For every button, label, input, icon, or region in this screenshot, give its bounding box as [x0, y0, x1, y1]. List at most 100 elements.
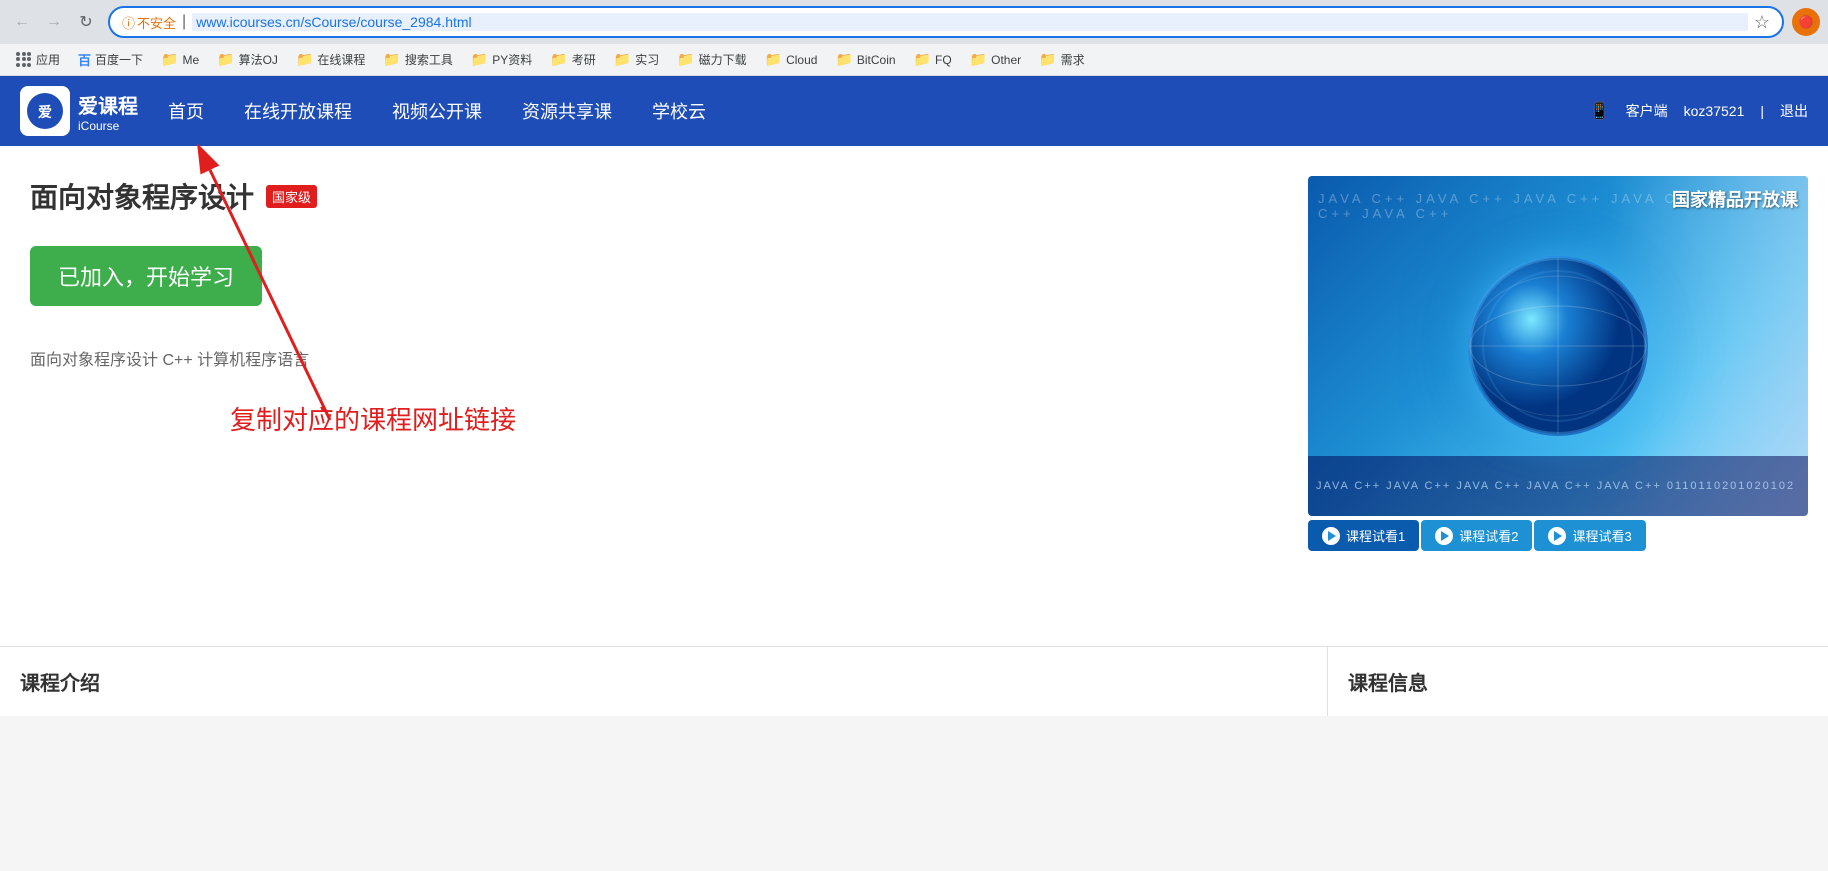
- nav-video-course[interactable]: 视频公开课: [392, 94, 482, 128]
- logo-text: 爱课程 iCourse: [78, 90, 138, 133]
- globe-visual: [1468, 256, 1648, 436]
- logo-en: iCourse: [78, 119, 138, 133]
- preview-tab-3[interactable]: 课程试看3: [1534, 520, 1645, 551]
- play-icon: [1435, 527, 1453, 545]
- other-label: Other: [991, 53, 1021, 67]
- bookmark-search-tool[interactable]: 📁 搜索工具: [375, 49, 460, 70]
- internship-label: 实习: [635, 51, 659, 68]
- url-text[interactable]: www.icourses.cn/sCourse/course_2984.html: [192, 13, 1748, 31]
- folder-icon: 📁: [161, 51, 178, 68]
- browser-window: ← → ↻ ⓘ 不安全 | www.icourses.cn/sCourse/co…: [0, 0, 1828, 716]
- folder-icon: 📁: [296, 51, 313, 68]
- play-icon: [1548, 527, 1566, 545]
- website-content: 爱 爱课程 iCourse 首页 在线开放课程 视频公开课 资源共享课 学校云 …: [0, 76, 1828, 716]
- py-label: PY资料: [492, 51, 532, 68]
- forward-button[interactable]: →: [40, 8, 68, 36]
- annotation-area: 复制对应的课程网址链接: [30, 400, 1288, 520]
- folder-icon: 📁: [1039, 51, 1056, 68]
- folder-icon: 📁: [217, 51, 234, 68]
- me-label: Me: [182, 53, 199, 67]
- course-image-overlay: 国家精品开放课: [1672, 186, 1798, 212]
- course-title: 面向对象程序设计: [30, 176, 254, 216]
- logo-cn: 爱课程: [78, 90, 138, 119]
- baidu-icon: 百: [78, 50, 91, 69]
- bookmark-star-icon[interactable]: ☆: [1754, 12, 1770, 33]
- bookmark-magnet[interactable]: 📁 磁力下载: [669, 49, 754, 70]
- browser-right-icons: 🔴: [1792, 8, 1820, 36]
- bookmark-exam[interactable]: 📁 考研: [542, 49, 603, 70]
- reload-button[interactable]: ↻: [72, 8, 100, 36]
- preview-tab-1-label: 课程试看1: [1346, 526, 1405, 545]
- course-info-section: 课程信息: [1328, 647, 1828, 716]
- preview-tab-1[interactable]: 课程试看1: [1308, 520, 1419, 551]
- folder-icon: 📁: [550, 51, 567, 68]
- preview-tab-2-label: 课程试看2: [1459, 526, 1518, 545]
- nav-resource-course[interactable]: 资源共享课: [522, 94, 612, 128]
- nav-open-course[interactable]: 在线开放课程: [244, 94, 352, 128]
- bookmark-other[interactable]: 📁 Other: [962, 49, 1029, 70]
- nav-mobile-label[interactable]: 客户端: [1626, 101, 1668, 121]
- nav-user[interactable]: koz37521: [1684, 103, 1745, 119]
- nav-home[interactable]: 首页: [168, 94, 204, 128]
- security-label: 不安全: [137, 13, 176, 32]
- nav-school-cloud[interactable]: 学校云: [652, 94, 706, 128]
- info-icon: ⓘ: [122, 13, 135, 32]
- logo-area: 爱 爱课程 iCourse: [20, 86, 138, 136]
- logo-icon: 爱: [20, 86, 70, 136]
- folder-icon: 📁: [471, 51, 488, 68]
- start-learning-button[interactable]: 已加入，开始学习: [30, 246, 262, 306]
- cloud-label: Cloud: [786, 53, 817, 67]
- folder-icon: 📁: [383, 51, 400, 68]
- bookmark-online-course[interactable]: 📁 在线课程: [288, 49, 373, 70]
- bookmark-bitcoin[interactable]: 📁 BitCoin: [827, 49, 903, 70]
- preview-tab-2[interactable]: 课程试看2: [1421, 520, 1532, 551]
- nav-links: 首页 在线开放课程 视频公开课 资源共享课 学校云: [168, 94, 1590, 128]
- user-avatar[interactable]: 🔴: [1792, 8, 1820, 36]
- bookmark-cloud[interactable]: 📁 Cloud: [757, 49, 826, 70]
- nav-logout[interactable]: 退出: [1780, 101, 1808, 121]
- apps-grid-icon: [16, 52, 32, 68]
- bookmark-py[interactable]: 📁 PY资料: [463, 49, 540, 70]
- course-intro-section: 课程介绍: [0, 647, 1328, 716]
- security-indicator: ⓘ 不安全: [122, 13, 176, 32]
- folder-icon: 📁: [765, 51, 782, 68]
- course-image: JAVA C++ JAVA C++ JAVA C++ JAVA C++ JAVA…: [1308, 176, 1808, 516]
- info-title: 课程信息: [1348, 673, 1428, 695]
- course-title-row: 面向对象程序设计 国家级: [30, 176, 1288, 216]
- bookmark-apps[interactable]: 应用: [8, 49, 68, 70]
- demand-label: 需求: [1061, 51, 1085, 68]
- algo-label: 算法OJ: [239, 51, 278, 68]
- course-right: JAVA C++ JAVA C++ JAVA C++ JAVA C++ JAVA…: [1308, 176, 1808, 626]
- bookmark-baidu[interactable]: 百 百度一下: [70, 48, 151, 71]
- bookmark-algo[interactable]: 📁 算法OJ: [209, 49, 286, 70]
- nav-right: 📱 客户端 koz37521 | 退出: [1590, 101, 1808, 121]
- annotation-text: 复制对应的课程网址链接: [230, 405, 516, 435]
- folder-icon: 📁: [970, 51, 987, 68]
- browser-toolbar: ← → ↻ ⓘ 不安全 | www.icourses.cn/sCourse/co…: [0, 0, 1828, 44]
- site-nav: 爱 爱课程 iCourse 首页 在线开放课程 视频公开课 资源共享课 学校云 …: [0, 76, 1828, 146]
- search-tool-label: 搜索工具: [405, 51, 453, 68]
- address-bar[interactable]: ⓘ 不安全 | www.icourses.cn/sCourse/course_2…: [108, 6, 1784, 38]
- main-content: 面向对象程序设计 国家级 已加入，开始学习 面向对象程序设计 C++ 计算机程序…: [0, 146, 1828, 646]
- play-icon: [1322, 527, 1340, 545]
- apps-label: 应用: [36, 51, 60, 68]
- code-bg-text: JAVA C++ JAVA C++ JAVA C++ JAVA C++ JAVA…: [1308, 456, 1808, 516]
- preview-tab-3-label: 课程试看3: [1572, 526, 1631, 545]
- course-left: 面向对象程序设计 国家级 已加入，开始学习 面向对象程序设计 C++ 计算机程序…: [20, 176, 1288, 626]
- intro-title: 课程介绍: [20, 673, 100, 695]
- back-button[interactable]: ←: [8, 8, 36, 36]
- course-badge: 国家级: [266, 185, 317, 208]
- folder-icon: 📁: [914, 51, 931, 68]
- bottom-sections: 课程介绍 课程信息: [0, 646, 1828, 716]
- bookmark-internship[interactable]: 📁 实习: [606, 49, 667, 70]
- online-course-label: 在线课程: [317, 51, 365, 68]
- bookmarks-bar: 应用 百 百度一下 📁 Me 📁 算法OJ 📁 在线课程 📁 搜索工具 📁 PY…: [0, 44, 1828, 76]
- svg-text:爱: 爱: [38, 104, 52, 120]
- bookmark-me[interactable]: 📁 Me: [153, 49, 207, 70]
- bookmark-demand[interactable]: 📁 需求: [1031, 49, 1092, 70]
- nav-buttons: ← → ↻: [8, 8, 100, 36]
- fq-label: FQ: [935, 53, 952, 67]
- bookmark-fq[interactable]: 📁 FQ: [906, 49, 960, 70]
- folder-icon: 📁: [614, 51, 631, 68]
- mobile-icon: 📱: [1590, 101, 1610, 121]
